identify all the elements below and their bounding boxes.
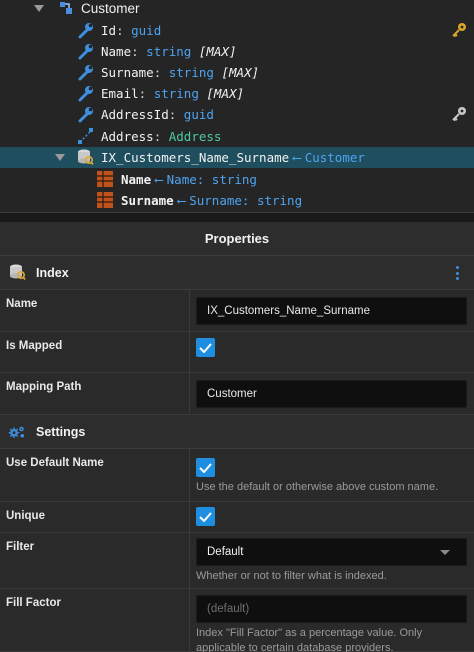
mapping-path-input[interactable]: Customer	[196, 380, 467, 408]
max-length: [MAX]	[198, 44, 237, 59]
index-icon	[76, 148, 94, 166]
help-text: Use the default or otherwise above custo…	[196, 481, 439, 493]
model-tree: Customer Id: guid Name: string [MAX] Sur…	[0, 0, 474, 212]
index-name: IX_Customers_Name_Surname	[101, 150, 290, 165]
arrow-left-icon: ⟵	[155, 172, 163, 187]
property-label: Fill Factor	[6, 597, 61, 609]
attribute-wrench-icon	[77, 42, 95, 60]
property-label: Unique	[6, 510, 45, 522]
attribute-wrench-icon	[77, 63, 95, 81]
fill-factor-input[interactable]: (default)	[196, 595, 467, 623]
attribute-type: string	[146, 44, 192, 59]
section-header-settings[interactable]: Settings	[0, 415, 474, 449]
property-label: Name	[6, 298, 38, 310]
settings-gears-icon	[8, 423, 26, 441]
use-default-name-checkbox[interactable]	[196, 458, 215, 477]
type-separator: :	[116, 23, 132, 38]
tree-node-attribute-email[interactable]: Email: string [MAX]	[0, 83, 474, 104]
tree-node-association-address[interactable]: Address: Address	[0, 126, 474, 147]
property-row-fill-factor: Fill Factor (default) Index "Fill Factor…	[0, 589, 474, 652]
attribute-name: AddressId	[101, 107, 169, 122]
property-row-name: Name IX_Customers_Name_Surname	[0, 290, 474, 332]
property-row-unique: Unique	[0, 502, 474, 533]
arrow-left-icon: ⟵	[177, 193, 186, 208]
property-row-use-default-name: Use Default Name Use the default or othe…	[0, 449, 474, 502]
attribute-type: string	[153, 86, 199, 101]
is-mapped-checkbox[interactable]	[196, 338, 215, 357]
arrow-left-icon: ⟵	[293, 150, 301, 165]
max-length: [MAX]	[221, 65, 260, 80]
primary-key-icon	[450, 21, 468, 39]
attribute-name: Surname	[101, 65, 154, 80]
type-separator: :	[138, 86, 154, 101]
column-target: Name: string	[166, 172, 257, 187]
property-row-mapping-path: Mapping Path Customer	[0, 373, 474, 415]
column-icon	[96, 170, 114, 188]
association-type: Address	[168, 129, 222, 144]
association-icon	[77, 127, 95, 145]
class-icon	[57, 0, 75, 17]
help-text: Index "Fill Factor" as a percentage valu…	[196, 627, 423, 652]
type-separator: :	[153, 65, 169, 80]
tree-node-attribute-name[interactable]: Name: string [MAX]	[0, 41, 474, 62]
attribute-name: Id	[101, 23, 117, 38]
max-length: [MAX]	[206, 86, 245, 101]
property-row-filter: Filter Default Whether or not to filter …	[0, 533, 474, 589]
column-target: Surname: string	[189, 193, 303, 208]
section-header-index[interactable]: Index	[0, 256, 474, 290]
help-text: Whether or not to filter what is indexed…	[196, 570, 387, 582]
properties-title: Properties	[0, 222, 474, 256]
tree-node-label: Customer	[81, 1, 140, 16]
attribute-wrench-icon	[77, 105, 95, 123]
index-target: Customer	[304, 150, 365, 165]
index-icon	[8, 263, 26, 281]
property-label: Use Default Name	[6, 457, 104, 469]
checkmark-icon	[199, 511, 212, 522]
panel-splitter[interactable]	[0, 212, 474, 222]
name-input[interactable]: IX_Customers_Name_Surname	[196, 297, 467, 325]
attribute-type: guid	[183, 107, 214, 122]
property-label: Is Mapped	[6, 340, 63, 352]
type-separator: :	[153, 129, 169, 144]
type-separator: :	[131, 44, 147, 59]
tree-node-attribute-surname[interactable]: Surname: string [MAX]	[0, 62, 474, 83]
attribute-name: Name	[101, 44, 132, 59]
chevron-down-icon	[440, 550, 450, 555]
attribute-wrench-icon	[77, 84, 95, 102]
filter-select-value: Default	[207, 546, 244, 558]
foreign-key-icon	[450, 105, 468, 123]
expand-chevron-icon[interactable]	[34, 5, 44, 12]
tree-node-index-column-name[interactable]: Name ⟵ Name: string	[0, 169, 474, 190]
unique-checkbox[interactable]	[196, 507, 215, 526]
section-label: Settings	[36, 424, 86, 439]
checkmark-icon	[199, 342, 212, 353]
section-label: Index	[36, 265, 69, 280]
expand-chevron-icon[interactable]	[55, 154, 65, 161]
attribute-type: string	[168, 65, 214, 80]
tree-node-attribute-addressid[interactable]: AddressId: guid	[0, 104, 474, 125]
attribute-type: guid	[131, 23, 162, 38]
kebab-menu-icon[interactable]	[456, 266, 460, 280]
column-name: Surname	[121, 193, 174, 208]
tree-node-index[interactable]: IX_Customers_Name_Surname ⟵ Customer	[0, 147, 474, 168]
checkmark-icon	[199, 462, 212, 473]
filter-select[interactable]: Default	[196, 538, 467, 566]
column-name: Name	[121, 172, 152, 187]
tree-node-customer[interactable]: Customer	[0, 0, 474, 19]
property-label: Filter	[6, 541, 35, 553]
property-row-is-mapped: Is Mapped	[0, 332, 474, 373]
type-separator: :	[168, 107, 184, 122]
attribute-wrench-icon	[77, 21, 95, 39]
tree-node-attribute-id[interactable]: Id: guid	[0, 20, 474, 41]
property-label: Mapping Path	[6, 381, 82, 393]
column-icon	[96, 191, 114, 209]
tree-node-index-column-surname[interactable]: Surname ⟵ Surname: string	[0, 190, 474, 211]
association-name: Address	[101, 129, 154, 144]
attribute-name: Email	[101, 86, 139, 101]
